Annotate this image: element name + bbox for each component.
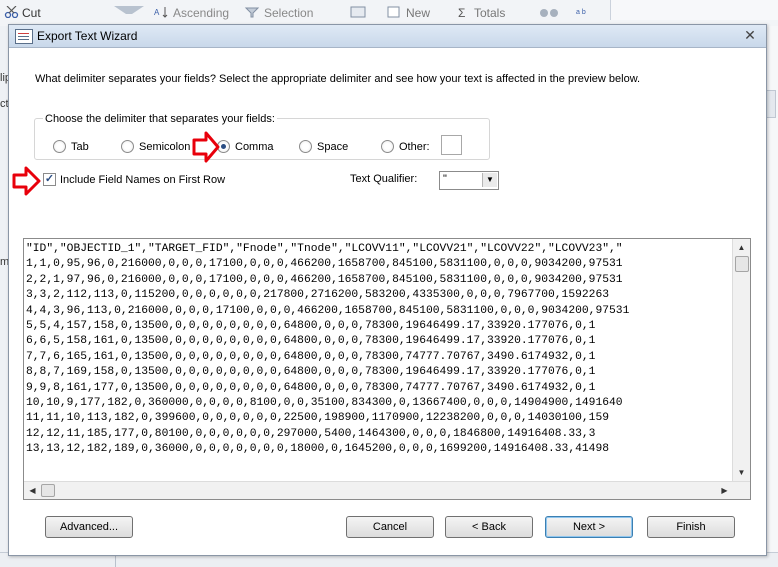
replace-icon[interactable]: a b bbox=[574, 6, 594, 18]
binoculars-icon[interactable] bbox=[538, 6, 560, 18]
radio-tab[interactable]: Tab bbox=[53, 140, 89, 153]
background-ribbon: Cut A Ascending Selection New Σ Totals a… bbox=[0, 0, 778, 27]
text-qualifier-label: Text Qualifier: bbox=[350, 173, 418, 185]
chevron-down-icon[interactable]: ▼ bbox=[482, 173, 497, 187]
scissors-icon[interactable] bbox=[4, 6, 20, 18]
dialog-title-bar[interactable]: Export Text Wizard ✕ bbox=[9, 25, 766, 48]
svg-text:A: A bbox=[154, 8, 160, 17]
include-field-names-box[interactable]: ✓ bbox=[43, 173, 56, 186]
preview-line: 9,9,8,161,177,0,13500,0,0,0,0,0,0,0,0,64… bbox=[26, 381, 596, 394]
radio-comma[interactable]: Comma bbox=[217, 140, 274, 153]
svg-text:a b: a b bbox=[576, 9, 586, 16]
next-button[interactable]: Next > bbox=[545, 516, 633, 538]
export-text-wizard-dialog: Export Text Wizard ✕ What delimiter sepa… bbox=[8, 24, 767, 556]
preview-line: 6,6,5,158,161,0,13500,0,0,0,0,0,0,0,0,64… bbox=[26, 335, 596, 348]
preview-line: 1,1,0,95,96,0,216000,0,0,0,17100,0,0,0,4… bbox=[26, 258, 623, 271]
refresh-icon[interactable] bbox=[350, 6, 368, 18]
radio-semicolon[interactable]: Semicolon bbox=[121, 140, 190, 153]
cancel-button[interactable]: Cancel bbox=[346, 516, 434, 538]
preview-pane[interactable]: "ID","OBJECTID_1","TARGET_FID","Fnode","… bbox=[23, 238, 751, 500]
preview-line: "ID","OBJECTID_1","TARGET_FID","Fnode","… bbox=[26, 243, 623, 255]
dialog-title: Export Text Wizard bbox=[37, 29, 138, 43]
scroll-up-arrow-icon[interactable]: ▲ bbox=[734, 240, 749, 255]
preview-line: 12,12,11,185,177,0,80100,0,0,0,0,0,0,297… bbox=[26, 427, 596, 440]
finish-button[interactable]: Finish bbox=[647, 516, 735, 538]
vertical-scroll-thumb[interactable] bbox=[735, 256, 749, 272]
radio-other-button[interactable] bbox=[381, 140, 394, 153]
selection-button[interactable]: Selection bbox=[264, 6, 313, 20]
annotation-arrow-comma bbox=[192, 131, 220, 163]
radio-space[interactable]: Space bbox=[299, 140, 348, 153]
sigma-icon[interactable]: Σ bbox=[458, 6, 465, 20]
include-field-names-label: Include Field Names on First Row bbox=[60, 173, 226, 186]
preview-line: 11,11,10,113,182,0,399600,0,0,0,0,0,0,22… bbox=[26, 412, 610, 425]
totals-button[interactable]: Totals bbox=[474, 6, 505, 20]
preview-vertical-scrollbar[interactable]: ▲ ▼ bbox=[732, 239, 750, 481]
radio-tab-button[interactable] bbox=[53, 140, 66, 153]
intro-text: What delimiter separates your fields? Se… bbox=[35, 73, 641, 85]
ascending-button[interactable]: Ascending bbox=[173, 6, 229, 20]
sort-ascending-icon[interactable]: A bbox=[154, 6, 170, 18]
cut-button[interactable]: Cut bbox=[22, 6, 41, 20]
close-icon[interactable]: ✕ bbox=[742, 28, 758, 43]
horizontal-scroll-thumb[interactable] bbox=[41, 484, 55, 497]
radio-other[interactable]: Other: bbox=[381, 140, 430, 153]
radio-other-label: Other: bbox=[399, 140, 430, 153]
advanced-button[interactable]: Advanced... bbox=[45, 516, 133, 538]
scroll-right-arrow-icon[interactable]: ▶ bbox=[717, 483, 732, 498]
text-qualifier-value: " bbox=[443, 173, 447, 185]
scroll-down-arrow-icon[interactable]: ▼ bbox=[734, 465, 749, 480]
radio-comma-label: Comma bbox=[235, 140, 274, 153]
radio-semicolon-button[interactable] bbox=[121, 140, 134, 153]
selection-filter-icon[interactable] bbox=[244, 6, 260, 18]
preview-line: 8,8,7,169,158,0,13500,0,0,0,0,0,0,0,0,64… bbox=[26, 366, 596, 379]
back-button[interactable]: < Back bbox=[445, 516, 533, 538]
radio-space-label: Space bbox=[317, 140, 349, 153]
preview-line: 5,5,4,157,158,0,13500,0,0,0,0,0,0,0,0,64… bbox=[26, 320, 596, 333]
dialog-content: What delimiter separates your fields? Se… bbox=[9, 48, 766, 555]
new-record-icon[interactable] bbox=[386, 6, 402, 18]
preview-line: 13,13,12,182,189,0,36000,0,0,0,0,0,0,0,1… bbox=[26, 443, 610, 456]
text-qualifier-select[interactable]: " ▼ bbox=[439, 171, 499, 190]
annotation-arrow-checkbox bbox=[12, 166, 41, 196]
preview-horizontal-scrollbar[interactable]: ◀ ▶ bbox=[24, 481, 750, 499]
new-button[interactable]: New bbox=[406, 6, 430, 20]
delimiter-group-label: Choose the delimiter that separates your… bbox=[43, 113, 277, 125]
preview-line: 7,7,6,165,161,0,13500,0,0,0,0,0,0,0,0,64… bbox=[26, 350, 596, 363]
include-field-names-checkbox[interactable]: ✓ Include Field Names on First Row bbox=[43, 173, 225, 186]
preview-line: 2,2,1,97,96,0,216000,0,0,0,17100,0,0,0,4… bbox=[26, 273, 623, 286]
radio-tab-label: Tab bbox=[71, 140, 89, 153]
wizard-icon bbox=[15, 29, 33, 44]
radio-semicolon-label: Semicolon bbox=[139, 140, 191, 153]
preview-line: 3,3,2,112,113,0,115200,0,0,0,0,0,0,21780… bbox=[26, 289, 610, 302]
preview-lines: "ID","OBJECTID_1","TARGET_FID","Fnode","… bbox=[26, 242, 730, 479]
other-delimiter-input[interactable] bbox=[441, 135, 462, 155]
filter-icon[interactable] bbox=[114, 6, 144, 18]
preview-line: 4,4,3,96,113,0,216000,0,0,0,17100,0,0,0,… bbox=[26, 304, 630, 317]
radio-space-button[interactable] bbox=[299, 140, 312, 153]
preview-line: 10,10,9,177,182,0,360000,0,0,0,0,8100,0,… bbox=[26, 397, 623, 410]
scroll-left-arrow-icon[interactable]: ◀ bbox=[25, 483, 40, 498]
ribbon-panel bbox=[610, 0, 778, 20]
